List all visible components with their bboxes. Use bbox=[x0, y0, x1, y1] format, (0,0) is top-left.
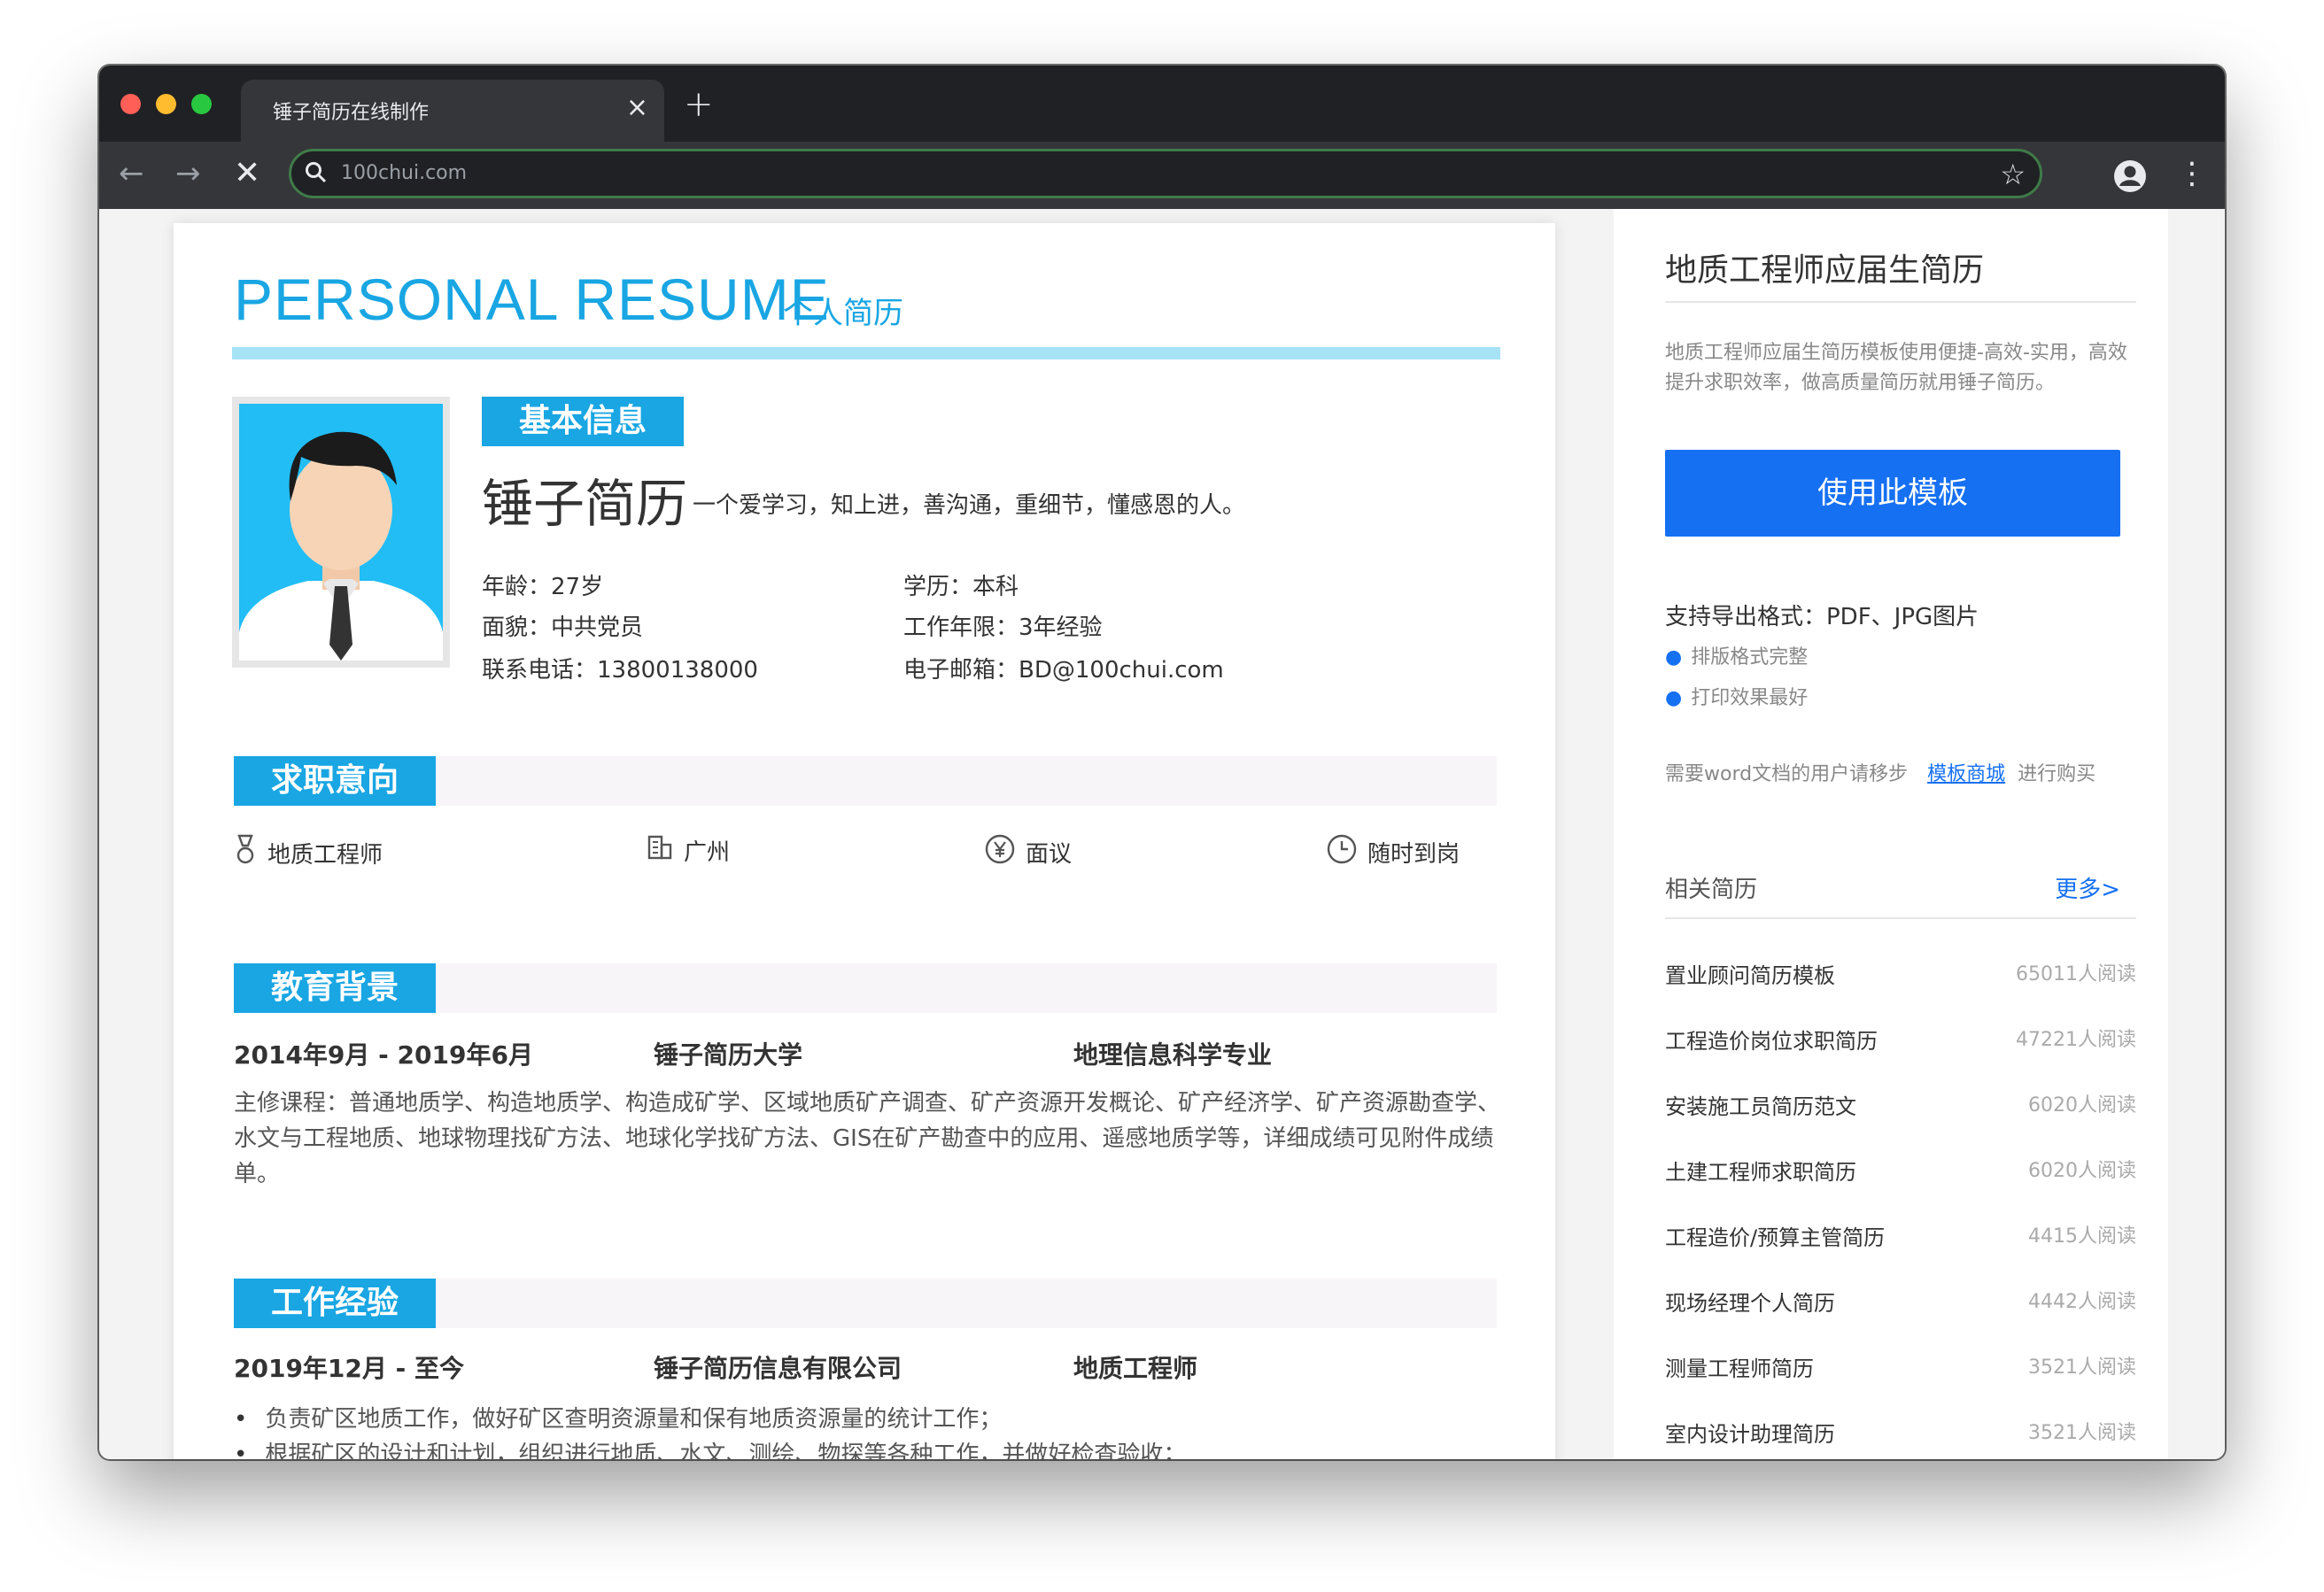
related-item[interactable]: 工程造价岗位求职简历 47221人阅读 bbox=[1665, 1024, 2136, 1059]
intent-salary-text: 面议 bbox=[1026, 841, 1073, 868]
browser-toolbar: ← → ✕ 100chui.com ☆ ⋮ bbox=[99, 142, 2225, 209]
word-notice-prefix: 需要word文档的用户请移步 bbox=[1665, 763, 1909, 785]
info-education: 学历：本科 bbox=[903, 574, 1019, 600]
basic-info-heading: 基本信息 bbox=[482, 397, 684, 446]
more-link[interactable]: 更多> bbox=[2055, 871, 2120, 904]
template-description: 地质工程师应届生简历模板使用便捷-高效-实用，高效提升求职效率，做高质量简历就用… bbox=[1665, 342, 2127, 394]
search-icon bbox=[304, 160, 329, 189]
info-politics: 面貌：中共党员 bbox=[482, 614, 644, 641]
use-template-button[interactable]: 使用此模板 bbox=[1665, 450, 2120, 537]
maximize-window-button[interactable] bbox=[191, 94, 212, 114]
browser-tab[interactable]: 锤子简历在线制作 × bbox=[241, 80, 664, 142]
template-title: 地质工程师应届生简历 bbox=[1665, 252, 1985, 289]
education-heading: 教育背景 bbox=[234, 963, 436, 1013]
back-arrow-icon[interactable]: ← bbox=[119, 154, 144, 193]
browser-window: 锤子简历在线制作 × + ← → ✕ 100chui.com ☆ ⋮ PERSO… bbox=[99, 66, 2225, 1459]
star-icon[interactable]: ☆ bbox=[2000, 155, 2026, 194]
intent-position-text: 地质工程师 bbox=[267, 842, 383, 869]
intent-availability: 随时到岗 bbox=[1327, 834, 1460, 870]
profile-icon[interactable] bbox=[2113, 159, 2147, 197]
medal-icon bbox=[234, 834, 257, 872]
work-role: 地质工程师 bbox=[1073, 1354, 1198, 1383]
tab-bar: 锤子简历在线制作 × + bbox=[99, 66, 2225, 142]
intent-section-bar: 求职意向 bbox=[234, 756, 1497, 806]
related-item[interactable]: 置业顾问简历模板 65011人阅读 bbox=[1665, 958, 2136, 993]
work-section-bar: 工作经验 bbox=[234, 1279, 1497, 1328]
related-item[interactable]: 工程造价/预算主管简历 4415人阅读 bbox=[1665, 1220, 2136, 1256]
related-item[interactable]: 现场经理个人简历 4442人阅读 bbox=[1665, 1286, 2136, 1321]
related-item[interactable]: 室内设计助理简历 3521人阅读 bbox=[1665, 1417, 2136, 1452]
forward-arrow-icon[interactable]: → bbox=[175, 154, 201, 193]
education-school: 锤子简历大学 bbox=[654, 1040, 803, 1070]
page-viewport: PERSONAL RESUME 个人简历 基本信息 锤子简历 一个爱学习，知上进… bbox=[99, 209, 2225, 1459]
stop-loading-icon[interactable]: ✕ bbox=[234, 154, 260, 193]
related-resumes-heading: 相关简历 bbox=[1665, 877, 1758, 903]
yen-icon bbox=[985, 834, 1015, 870]
work-duty-1: 负责矿区地质工作，做好矿区查明资源量和保有地质资源量的统计工作； bbox=[234, 1401, 1002, 1434]
related-item[interactable]: 土建工程师求职简历 6020人阅读 bbox=[1665, 1155, 2136, 1190]
divider bbox=[1665, 301, 2136, 303]
url-text[interactable]: 100chui.com bbox=[341, 162, 467, 184]
resume-subtitle: 个人简历 bbox=[783, 296, 903, 331]
clock-icon bbox=[1327, 834, 1357, 870]
resume-paper: PERSONAL RESUME 个人简历 基本信息 锤子简历 一个爱学习，知上进… bbox=[174, 223, 1555, 1459]
related-item[interactable]: 安装施工员简历范文 6020人阅读 bbox=[1665, 1089, 2136, 1124]
tab-close-icon[interactable]: × bbox=[626, 92, 648, 124]
related-item[interactable]: 测量工程师简历 3521人阅读 bbox=[1665, 1351, 2136, 1387]
title-underline bbox=[232, 347, 1500, 359]
info-experience-years: 工作年限：3年经验 bbox=[903, 614, 1103, 641]
candidate-name: 锤子简历 bbox=[482, 474, 688, 534]
education-major: 地理信息科学专业 bbox=[1073, 1040, 1273, 1070]
close-window-button[interactable] bbox=[120, 94, 141, 114]
feature-bullet-layout: ● 排版格式完整 bbox=[1665, 646, 1809, 668]
info-phone: 联系电话：13800138000 bbox=[482, 657, 758, 684]
intent-position: 地质工程师 bbox=[234, 834, 383, 872]
intent-salary: 面议 bbox=[985, 834, 1072, 870]
address-bar[interactable]: 100chui.com ☆ bbox=[289, 149, 2042, 198]
tab-title: 锤子简历在线制作 bbox=[273, 102, 430, 124]
education-courses: 主修课程：普通地质学、构造地质学、构造成矿学、区域地质矿产调查、矿产资源开发概论… bbox=[234, 1090, 1501, 1187]
intent-availability-text: 随时到岗 bbox=[1367, 841, 1460, 868]
info-email: 电子邮箱：BD@100chui.com bbox=[903, 657, 1224, 684]
divider bbox=[1665, 917, 2136, 919]
resume-title: PERSONAL RESUME bbox=[234, 267, 830, 332]
template-store-link[interactable]: 模板商城 bbox=[1927, 763, 2005, 785]
building-icon bbox=[647, 834, 673, 867]
work-period: 2019年12月 - 至今 bbox=[234, 1354, 465, 1383]
intent-city-text: 广州 bbox=[684, 839, 731, 866]
intent-heading: 求职意向 bbox=[234, 756, 436, 806]
export-formats: 支持导出格式：PDF、JPG图片 bbox=[1665, 604, 1979, 630]
candidate-motto: 一个爱学习，知上进，善沟通，重细节，懂感恩的人。 bbox=[693, 492, 1246, 519]
menu-dots-icon[interactable]: ⋮ bbox=[2177, 154, 2207, 193]
word-notice: 需要word文档的用户请移步 模板商城 进行购买 bbox=[1665, 758, 2095, 786]
avatar bbox=[232, 397, 450, 668]
work-duty-2: 根据矿区的设计和计划，组织进行地质、水文、测绘、物探等各种工作，并做好检查验收； bbox=[234, 1436, 1186, 1459]
education-section-bar: 教育背景 bbox=[234, 963, 1497, 1013]
intent-city: 广州 bbox=[647, 834, 730, 867]
minimize-window-button[interactable] bbox=[156, 94, 176, 114]
template-sidebar: 地质工程师应届生简历 地质工程师应届生简历模板使用便捷-高效-实用，高效提升求职… bbox=[1614, 209, 2168, 1459]
work-company: 锤子简历信息有限公司 bbox=[654, 1354, 902, 1383]
new-tab-button[interactable]: + bbox=[684, 85, 714, 124]
work-heading: 工作经验 bbox=[234, 1279, 436, 1328]
feature-bullet-print: ● 打印效果最好 bbox=[1665, 687, 1809, 709]
info-age: 年龄：27岁 bbox=[482, 574, 604, 600]
education-period: 2014年9月 - 2019年6月 bbox=[234, 1040, 533, 1070]
word-notice-suffix: 进行购买 bbox=[2018, 763, 2096, 785]
